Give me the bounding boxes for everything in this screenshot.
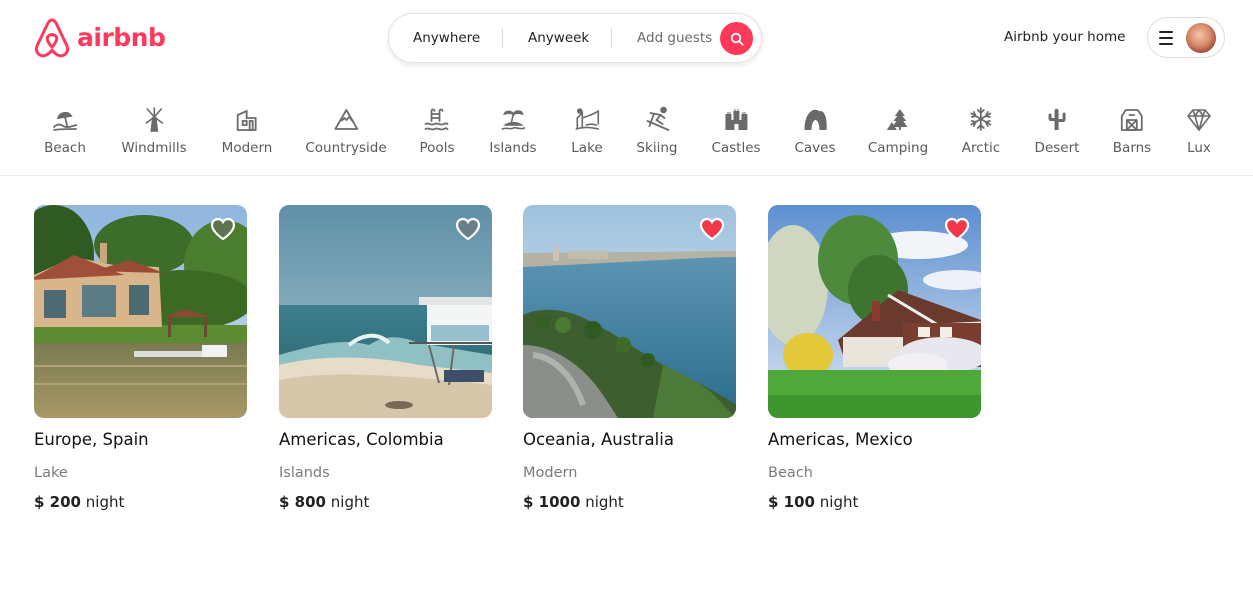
price-unit: night <box>585 493 624 511</box>
category-windmills[interactable]: Windmills <box>121 100 187 156</box>
heart-icon[interactable] <box>455 217 481 241</box>
listing-photo[interactable] <box>34 205 247 418</box>
snowflake-icon <box>970 107 992 131</box>
category-arctic[interactable]: Arctic <box>962 100 1000 156</box>
category-caves[interactable]: Caves <box>794 100 836 156</box>
date-filter[interactable]: Anyweek <box>528 30 589 46</box>
category-label: Barns <box>1112 140 1152 156</box>
listing-category: Beach <box>768 465 813 481</box>
listing-price: $ 800 night <box>279 493 492 511</box>
category-label: Caves <box>794 140 836 156</box>
pool-icon <box>425 108 449 131</box>
beach-icon <box>53 111 77 131</box>
brand-name: airbnb <box>77 23 166 52</box>
listing-category: Islands <box>279 465 330 481</box>
listing-location: Americas, Colombia <box>279 430 444 449</box>
category-label: Beach <box>44 140 86 156</box>
search-divider <box>502 28 503 48</box>
category-pools[interactable]: Pools <box>419 100 455 156</box>
category-label: Lux <box>1187 140 1211 156</box>
category-label: Islands <box>489 140 537 156</box>
category-barns[interactable]: Barns <box>1113 100 1151 156</box>
cactus-icon <box>1048 108 1066 130</box>
price-amount: $ 100 <box>768 493 815 511</box>
category-label: Pools <box>419 140 455 156</box>
category-camping[interactable]: Camping <box>868 100 928 156</box>
category-bar: Beach Windmills Modern Countryside Pools… <box>0 100 1253 160</box>
category-islands[interactable]: Islands <box>489 100 537 156</box>
listing-category: Modern <box>523 465 578 481</box>
listing-card[interactable]: Oceania, Australia Modern $ 1000 night <box>523 205 736 511</box>
search-bar[interactable]: Anywhere Anyweek Add guests <box>388 13 762 63</box>
category-skiing[interactable]: Skiing <box>636 100 678 156</box>
listing-card[interactable]: Europe, Spain Lake $ 200 night <box>34 205 247 511</box>
cave-icon <box>804 109 827 130</box>
price-amount: $ 200 <box>34 493 81 511</box>
camping-icon <box>886 109 908 130</box>
category-countryside[interactable]: Countryside <box>305 100 387 156</box>
heart-icon[interactable] <box>210 217 236 241</box>
category-desert[interactable]: Desert <box>1034 100 1080 156</box>
skiing-icon <box>646 106 669 131</box>
listing-category: Lake <box>34 465 68 481</box>
header-divider <box>0 175 1253 176</box>
category-label: Skiing <box>636 140 678 156</box>
price-unit: night <box>330 493 370 511</box>
listing-location: Europe, Spain <box>34 430 149 449</box>
host-your-home-link[interactable]: Airbnb your home <box>1004 29 1125 45</box>
listing-card[interactable]: Americas, Colombia Islands $ 800 night <box>279 205 492 511</box>
category-label: Camping <box>867 140 929 156</box>
category-beach[interactable]: Beach <box>44 100 86 156</box>
category-label: Arctic <box>961 140 1001 156</box>
category-label: Desert <box>1034 140 1080 156</box>
category-label: Castles <box>711 140 761 156</box>
search-button[interactable] <box>720 22 753 55</box>
listing-photo[interactable] <box>279 205 492 418</box>
heart-icon[interactable] <box>699 217 725 241</box>
listing-location: Americas, Mexico <box>768 430 913 449</box>
user-menu-button[interactable] <box>1147 17 1225 58</box>
listing-price: $ 1000 night <box>523 493 736 511</box>
category-label: Countryside <box>305 140 387 156</box>
castle-icon <box>725 109 747 130</box>
price-unit: night <box>85 493 125 511</box>
category-modern[interactable]: Modern <box>221 100 273 156</box>
listing-location: Oceania, Australia <box>523 430 674 449</box>
location-filter[interactable]: Anywhere <box>413 30 480 46</box>
listing-card[interactable]: Americas, Mexico Beach $ 100 night <box>768 205 981 511</box>
heart-icon[interactable] <box>944 217 970 241</box>
category-lux[interactable]: Lux <box>1186 100 1212 156</box>
lake-icon <box>575 108 599 130</box>
avatar <box>1186 23 1216 53</box>
category-castles[interactable]: Castles <box>711 100 761 156</box>
hamburger-icon <box>1159 31 1173 45</box>
search-icon <box>730 32 744 46</box>
island-icon <box>501 110 525 130</box>
listing-price: $ 200 night <box>34 493 247 511</box>
category-lake[interactable]: Lake <box>571 100 603 156</box>
listing-photo[interactable] <box>768 205 981 418</box>
countryside-icon <box>334 109 358 130</box>
price-amount: $ 1000 <box>523 493 581 511</box>
modern-house-icon <box>237 109 257 131</box>
price-amount: $ 800 <box>279 493 326 511</box>
guests-filter[interactable]: Add guests <box>637 30 712 46</box>
category-label: Lake <box>571 140 603 156</box>
price-unit: night <box>819 493 859 511</box>
windmill-icon <box>145 107 163 132</box>
diamond-icon <box>1187 109 1211 131</box>
listing-photo[interactable] <box>523 205 736 418</box>
category-label: Windmills <box>121 140 187 156</box>
airbnb-logo-icon <box>34 18 70 58</box>
category-label: Modern <box>221 140 273 156</box>
search-divider <box>611 28 612 48</box>
listing-price: $ 100 night <box>768 493 981 511</box>
airbnb-logo[interactable]: airbnb <box>33 17 166 58</box>
barn-icon <box>1121 109 1143 131</box>
